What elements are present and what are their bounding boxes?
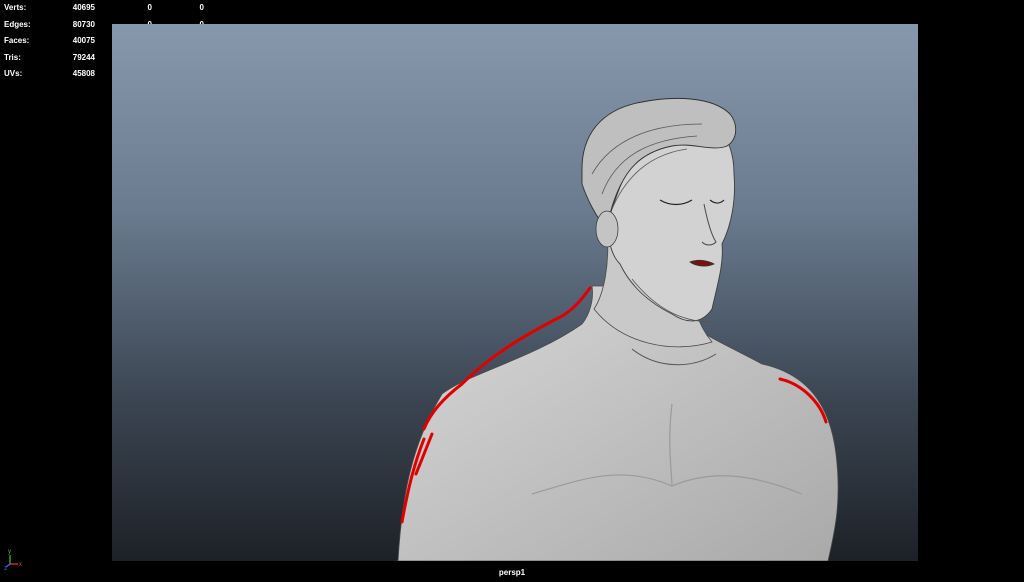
axis-y-label: y (8, 549, 11, 555)
axis-z-label: z (4, 566, 7, 570)
axis-x-label: x (19, 562, 22, 568)
hud-label: Verts: (4, 3, 27, 12)
hud-label: Edges: (4, 19, 31, 29)
hud-total: 40695 (72, 3, 95, 12)
ear[interactable] (595, 210, 619, 248)
character-model[interactable] (112, 24, 918, 561)
hud-total: 40075 (72, 36, 95, 45)
hud-total: 79244 (72, 52, 95, 62)
hud-label: UVs: (4, 69, 23, 78)
hud-selected: 0 (147, 3, 152, 12)
hud-total: 45808 (72, 69, 95, 78)
hud-label: Tris: (4, 52, 21, 62)
camera-name: persp1 (498, 568, 526, 577)
hud-label: Faces: (4, 36, 30, 45)
hud-row-verts: Verts: 40695 0 0 (4, 0, 214, 17)
hud-components: 0 (199, 3, 204, 12)
hud-total: 80730 (72, 19, 95, 29)
axis-gizmo-icon: y x z (4, 549, 22, 570)
viewport-3d[interactable] (112, 24, 918, 561)
